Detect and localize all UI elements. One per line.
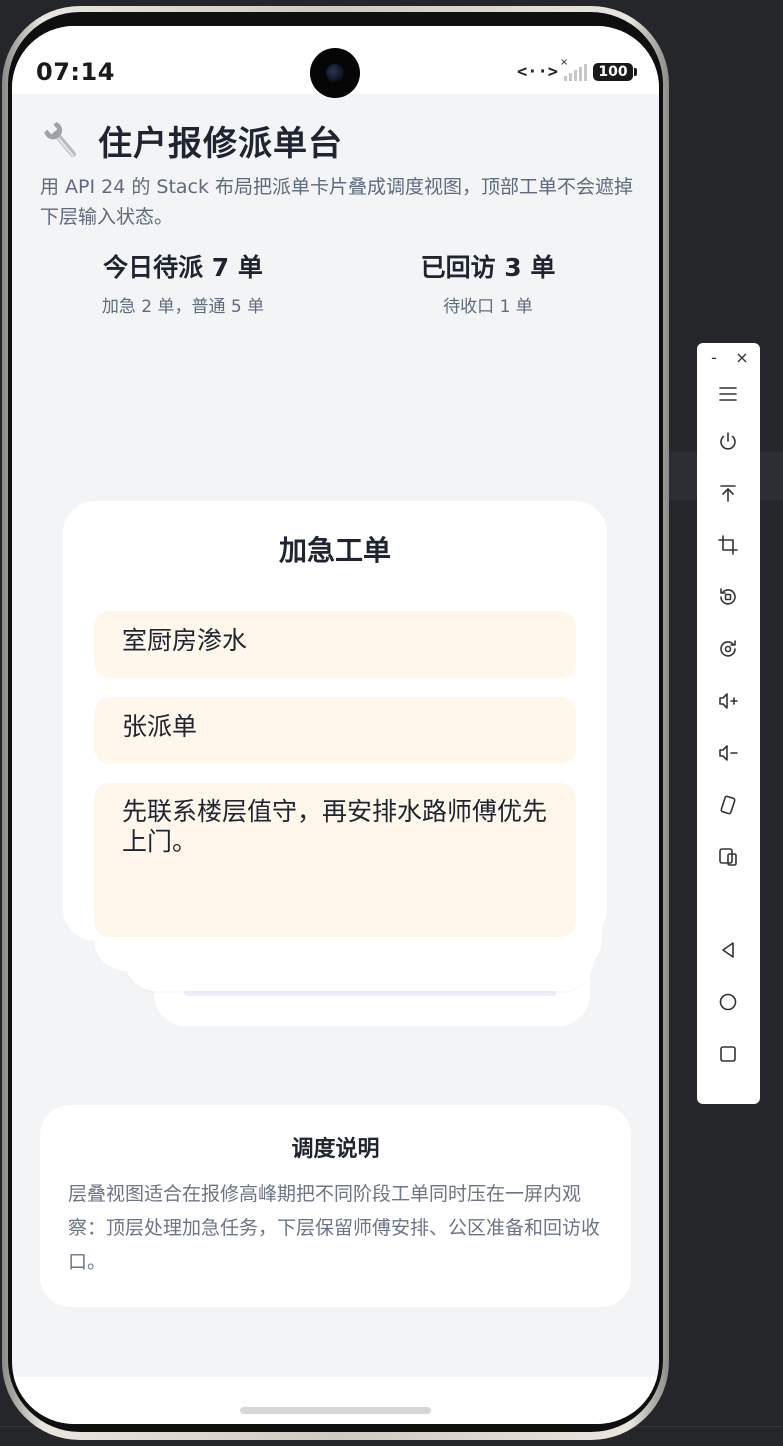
front-camera	[310, 48, 360, 98]
header: 住户报修派单台	[40, 116, 343, 165]
stat-pending: 今日待派 7 单 加急 2 单，普通 5 单	[53, 248, 313, 317]
note-textarea[interactable]: 先联系楼层值守，再安排水路师傅优先上门。	[94, 783, 576, 937]
volume-up-icon	[719, 693, 738, 709]
shake-icon	[720, 795, 736, 815]
status-icons: <··> × 100	[517, 57, 637, 82]
volume-up-button[interactable]	[712, 685, 744, 717]
urgent-order-card: 加急工单 室厨房渗水 张派单 先联系楼层值守，再安排水路师傅优先上门。	[63, 501, 607, 941]
stat-visited-detail: 待收口 1 单	[443, 297, 533, 317]
nfc-icon: <··>	[517, 62, 558, 82]
signal-icon: ×	[560, 57, 587, 81]
stat-pending-detail: 加急 2 单，普通 5 单	[101, 297, 265, 317]
rotate-button[interactable]	[712, 581, 744, 613]
crop-icon	[718, 535, 738, 555]
stat-visited-value: 已回访 3 单	[420, 253, 556, 282]
multi-device-icon	[719, 848, 737, 866]
close-button[interactable]: ×	[731, 347, 753, 369]
screenshot-icon	[720, 640, 736, 657]
info-card-title: 调度说明	[291, 1137, 380, 1162]
screenshot-button[interactable]	[712, 633, 744, 665]
technician-input[interactable]: 张派单	[94, 697, 576, 764]
menu-button[interactable]	[712, 378, 744, 410]
multi-device-button[interactable]	[712, 841, 744, 873]
issue-input[interactable]: 室厨房渗水	[94, 611, 576, 678]
emulator-toolbar: - ×	[697, 343, 760, 1104]
back-button[interactable]	[712, 934, 744, 966]
bottom-navigation-area	[12, 1377, 659, 1424]
volume-down-icon	[719, 745, 738, 761]
recents-button[interactable]	[712, 1038, 744, 1070]
pin-top-button[interactable]	[712, 477, 744, 509]
crop-button[interactable]	[712, 529, 744, 561]
home-icon	[719, 993, 737, 1011]
pin-top-icon	[720, 485, 736, 502]
no-sim-icon: ×	[560, 57, 569, 68]
power-icon	[720, 432, 736, 450]
status-bar: 07:14 <··> × 100	[12, 26, 659, 98]
page-title: 住户报修派单台	[98, 124, 343, 164]
recents-icon	[720, 1046, 736, 1062]
status-time: 07:14	[36, 58, 115, 86]
battery-icon: 100	[593, 63, 637, 81]
stat-pending-value: 今日待派 7 单	[103, 253, 263, 282]
phone-screen: 07:14 <··> × 100 住户报修派单台 用 API 24 的 Stac…	[12, 26, 659, 1424]
back-icon	[722, 942, 734, 958]
minimize-button[interactable]: -	[703, 347, 725, 369]
info-card-body: 层叠视图适合在报修高峰期把不同阶段工单同时压在一屏内观察：顶层处理加急任务，下层…	[68, 1183, 601, 1273]
wrench-icon	[44, 121, 76, 157]
home-button[interactable]	[712, 986, 744, 1018]
power-button[interactable]	[712, 425, 744, 457]
urgent-card-title: 加急工单	[278, 534, 391, 567]
home-indicator[interactable]	[240, 1407, 431, 1414]
volume-down-button[interactable]	[712, 737, 744, 769]
toolbar-window-controls: - ×	[697, 347, 760, 369]
stat-visited: 已回访 3 单 待收口 1 单	[358, 248, 618, 317]
shake-button[interactable]	[712, 789, 744, 821]
menu-icon	[719, 387, 737, 401]
rotate-icon	[720, 588, 736, 605]
dispatch-info-card: 调度说明 层叠视图适合在报修高峰期把不同阶段工单同时压在一屏内观察：顶层处理加急…	[40, 1105, 631, 1307]
page-subtitle: 用 API 24 的 Stack 布局把派单卡片叠成调度视图，顶部工单不会遮掉下…	[40, 176, 634, 228]
